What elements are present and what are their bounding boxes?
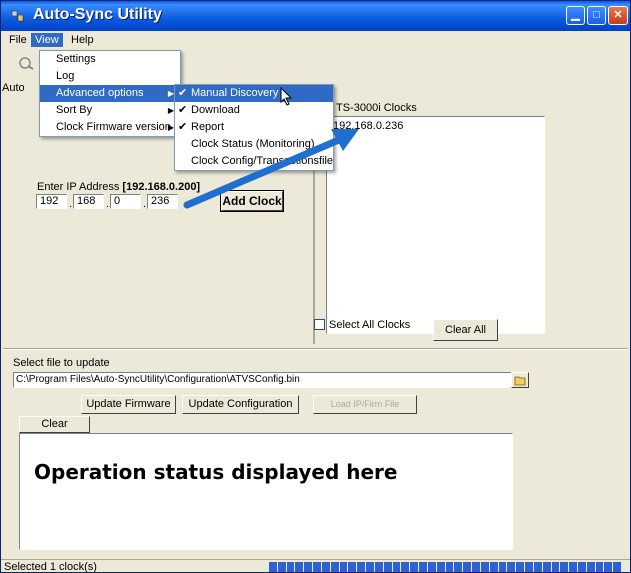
progress-segment: [269, 562, 277, 572]
progress-segment: [569, 562, 577, 572]
ip-entry-label-text: Enter IP Address: [37, 181, 120, 193]
progress-segment: [516, 562, 525, 572]
progress-segment: [427, 562, 436, 572]
progress-segment: [489, 562, 498, 572]
view-menu-item[interactable]: Advanced options ▶: [40, 85, 180, 102]
ip-dot: .: [69, 198, 73, 210]
progress-segment: [613, 562, 622, 572]
progress-segment: [295, 562, 304, 572]
progress-segment: [401, 562, 410, 572]
window-title: Auto-Sync Utility: [33, 6, 162, 23]
progress-segment: [410, 562, 419, 572]
progress-segment: [507, 562, 516, 572]
progress-segment: [339, 562, 348, 572]
browse-button[interactable]: [511, 372, 529, 388]
toolbar-label: Auto: [2, 82, 25, 94]
progress-bar: [269, 562, 622, 572]
mouse-cursor-icon: [280, 87, 293, 106]
ip-octet-1[interactable]: 192: [36, 194, 67, 209]
menu-file[interactable]: File: [5, 33, 31, 47]
ip-octet-4[interactable]: 236: [147, 194, 178, 209]
minimize-icon: ▁: [571, 9, 580, 21]
menu-bar: File View Help: [1, 31, 630, 50]
select-all-label: Select All Clocks: [329, 319, 411, 331]
select-all-checkbox[interactable]: [314, 319, 325, 330]
status-text: Selected 1 clock(s): [4, 561, 97, 573]
view-menu-item[interactable]: Log: [40, 68, 180, 85]
ip-dot: .: [106, 198, 110, 210]
check-icon: ✔: [178, 104, 188, 116]
progress-segment: [304, 562, 313, 572]
clear-all-button[interactable]: Clear All: [433, 319, 498, 341]
progress-segment: [277, 562, 286, 572]
file-path-field[interactable]: C:\Program Files\Auto-SyncUtility\Config…: [13, 372, 522, 388]
progress-segment: [604, 562, 613, 572]
maximize-button[interactable]: □: [587, 6, 606, 25]
view-menu-item[interactable]: Sort By ▶: [40, 102, 180, 119]
menu-help[interactable]: Help: [67, 33, 98, 47]
advanced-menu-item[interactable]: ✔ Manual Discovery: [175, 85, 333, 102]
progress-segment: [480, 562, 489, 572]
progress-segment: [542, 562, 551, 572]
progress-segment: [533, 562, 542, 572]
view-menu: Settings Log Advanced options ▶ Sort By ▶ …: [39, 50, 181, 137]
maximize-icon: □: [593, 9, 600, 21]
progress-segment: [392, 562, 401, 572]
view-menu-item[interactable]: Settings: [40, 51, 180, 68]
progress-segment: [445, 562, 454, 572]
clock-panel-header: TS-3000i Clocks: [336, 102, 417, 114]
progress-segment: [472, 562, 480, 572]
ip-octet-3[interactable]: 0: [110, 194, 141, 209]
ip-entry-label: Enter IP Address [192.168.0.200]: [37, 181, 200, 193]
progress-segment: [321, 562, 330, 572]
progress-segment: [560, 562, 569, 572]
minimize-button[interactable]: ▁: [566, 6, 585, 25]
main-window: Auto-Sync Utility ▁ □ ✕ File View Help A…: [0, 0, 631, 573]
progress-segment: [419, 562, 427, 572]
status-overlay-text: Operation status displayed here: [34, 460, 398, 484]
folder-open-icon: [514, 376, 526, 386]
ip-octet-2[interactable]: 168: [73, 194, 104, 209]
section-divider: [3, 348, 628, 350]
progress-segment: [551, 562, 560, 572]
check-icon: ✔: [178, 87, 188, 99]
update-firmware-button[interactable]: Update Firmware: [81, 395, 176, 414]
progress-segment: [374, 562, 383, 572]
progress-segment: [313, 562, 321, 572]
progress-segment: [330, 562, 339, 572]
progress-segment: [348, 562, 357, 572]
update-configuration-button[interactable]: Update Configuration: [182, 395, 299, 414]
progress-segment: [286, 562, 295, 572]
file-select-label: Select file to update: [13, 357, 110, 369]
menu-view[interactable]: View: [31, 33, 63, 47]
annotation-arrow: [183, 129, 359, 209]
close-button[interactable]: ✕: [608, 6, 628, 25]
status-output[interactable]: [19, 433, 513, 550]
advanced-menu-item[interactable]: ✔ Download: [175, 102, 333, 119]
status-clear-tab[interactable]: Clear: [19, 416, 90, 433]
progress-segment: [454, 562, 463, 572]
close-icon: ✕: [613, 9, 623, 21]
discover-icon[interactable]: [19, 56, 35, 70]
progress-segment: [577, 562, 586, 572]
progress-segment: [463, 562, 472, 572]
load-ip-file-button[interactable]: Load IP/Firm File: [313, 395, 417, 414]
progress-segment: [366, 562, 374, 572]
ip-dot: .: [143, 198, 147, 210]
progress-segment: [586, 562, 595, 572]
view-menu-item[interactable]: Clock Firmware version ▶: [40, 119, 180, 136]
title-bar[interactable]: Auto-Sync Utility ▁ □ ✕: [1, 1, 630, 31]
app-icon: [11, 10, 24, 22]
progress-segment: [357, 562, 366, 572]
progress-segment: [436, 562, 445, 572]
progress-segment: [498, 562, 507, 572]
progress-segment: [383, 562, 392, 572]
progress-segment: [525, 562, 533, 572]
progress-segment: [595, 562, 604, 572]
